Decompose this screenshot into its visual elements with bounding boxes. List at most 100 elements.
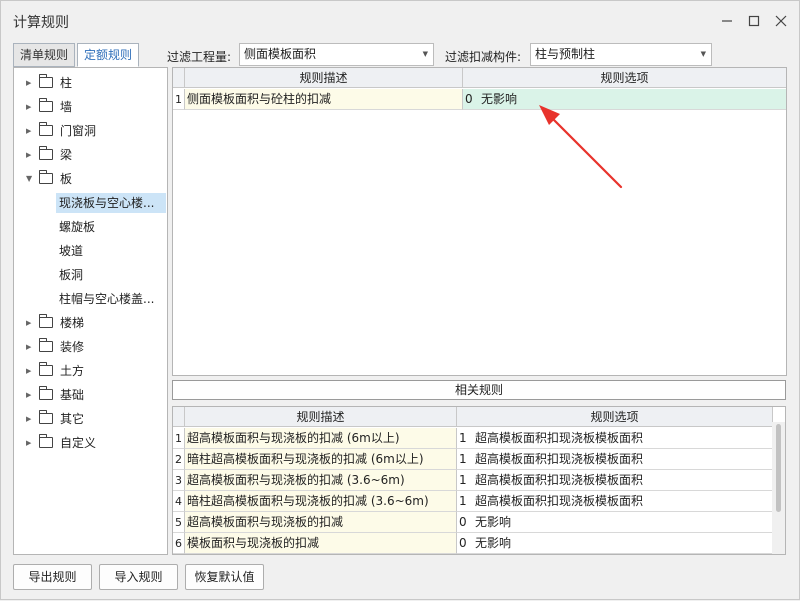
tree-item-label: 楼梯 <box>60 316 85 330</box>
rule-description-cell[interactable]: 暗柱超高模板面积与现浇板的扣减 (3.6~6m) <box>185 491 457 512</box>
rule-description-cell[interactable]: 超高模板面积与现浇板的扣减 (6m以上) <box>185 428 457 449</box>
rule-option-code: 0 <box>459 515 467 529</box>
tree-item-beam[interactable]: ▶ 梁 <box>14 145 167 165</box>
caret-right-icon[interactable]: ▶ <box>26 121 31 141</box>
tree-item-label: 其它 <box>60 412 85 426</box>
rule-option-text: 超高模板面积扣现浇板模板面积 <box>475 452 644 466</box>
tree-item-column[interactable]: ▶ 柱 <box>14 73 167 93</box>
caret-right-icon[interactable]: ▶ <box>26 145 31 165</box>
tree-item-label: 自定义 <box>60 436 97 450</box>
folder-icon <box>39 362 53 376</box>
column-header-description: 规则描述 <box>185 407 457 427</box>
rule-option-code: 1 <box>459 473 467 487</box>
rule-option-text: 无影响 <box>481 92 518 106</box>
folder-icon <box>39 98 53 112</box>
tab-bill-rules[interactable]: 清单规则 <box>13 43 76 67</box>
column-header-option: 规则选项 <box>457 407 773 427</box>
caret-right-icon[interactable]: ▶ <box>26 361 31 381</box>
tree-item-slab[interactable]: ▼ 板 <box>14 169 167 189</box>
tree-item-custom[interactable]: ▶ 自定义 <box>14 433 167 453</box>
chevron-down-icon: ▼ <box>422 50 428 58</box>
row-number-header <box>173 407 185 427</box>
rule-option-text: 无影响 <box>475 515 512 529</box>
rule-option-cell[interactable]: 0 无影响 <box>463 89 786 110</box>
tree-child-spiral-slab[interactable]: 螺旋板 <box>56 217 166 237</box>
folder-icon <box>39 410 53 424</box>
tree-item-label: 土方 <box>60 364 85 378</box>
rule-option-code: 0 <box>465 92 473 106</box>
rule-description-cell[interactable]: 侧面模板面积与砼柱的扣减 <box>185 89 463 110</box>
column-header-description: 规则描述 <box>185 68 463 88</box>
rule-option-text: 超高模板面积扣现浇板模板面积 <box>475 494 644 508</box>
title-bar: 计算规则 <box>1 1 799 39</box>
caret-right-icon[interactable]: ▶ <box>26 313 31 333</box>
rule-option-text: 超高模板面积扣现浇板模板面积 <box>475 431 644 445</box>
rule-option-text: 无影响 <box>475 536 512 550</box>
import-rules-button[interactable]: 导入规则 <box>99 564 178 590</box>
related-grid-scrollbar[interactable] <box>772 422 785 554</box>
folder-icon <box>39 314 53 328</box>
tree-child-slab-hole[interactable]: 板洞 <box>56 265 166 285</box>
window-title: 计算规则 <box>13 15 69 31</box>
tree-item-stairs[interactable]: ▶ 楼梯 <box>14 313 167 333</box>
maximize-icon[interactable] <box>743 10 765 32</box>
scrollbar-thumb[interactable] <box>776 424 781 512</box>
row-number: 1 <box>173 428 185 449</box>
caret-right-icon[interactable]: ▶ <box>26 73 31 93</box>
caret-right-icon[interactable]: ▶ <box>26 385 31 405</box>
row-number: 2 <box>173 449 185 470</box>
filter-component-value: 柱与预制柱 <box>535 47 596 61</box>
rule-option-code: 1 <box>459 431 467 445</box>
rule-option-cell[interactable]: 1 超高模板面积扣现浇板模板面积 <box>457 470 773 491</box>
caret-right-icon[interactable]: ▶ <box>26 433 31 453</box>
tree-item-label: 基础 <box>60 388 85 402</box>
rule-option-cell[interactable]: 1 超高模板面积扣现浇板模板面积 <box>457 491 773 512</box>
rule-option-code: 1 <box>459 494 467 508</box>
caret-right-icon[interactable]: ▶ <box>26 409 31 429</box>
filter-quantity-select[interactable]: 侧面模板面积 ▼ <box>239 43 434 66</box>
rule-option-cell[interactable]: 0 无影响 <box>457 533 773 554</box>
tree-item-label: 柱 <box>60 76 73 90</box>
tree-item-foundation[interactable]: ▶ 基础 <box>14 385 167 405</box>
folder-icon <box>39 122 53 136</box>
tree-child-ramp[interactable]: 坡道 <box>56 241 166 261</box>
rule-description-cell[interactable]: 超高模板面积与现浇板的扣减 (3.6~6m) <box>185 470 457 491</box>
caret-right-icon[interactable]: ▶ <box>26 97 31 117</box>
row-number-header <box>173 68 185 88</box>
tab-quota-rules[interactable]: 定额规则 <box>77 43 140 67</box>
rule-option-cell[interactable]: 0 无影响 <box>457 512 773 533</box>
caret-down-icon[interactable]: ▼ <box>26 169 32 189</box>
tree-child-cast-slab[interactable]: 现浇板与空心楼... <box>56 193 166 213</box>
caret-right-icon[interactable]: ▶ <box>26 337 31 357</box>
tree-item-decoration[interactable]: ▶ 装修 <box>14 337 167 357</box>
tree-item-label: 装修 <box>60 340 85 354</box>
related-rules-header: 相关规则 <box>172 380 786 400</box>
filter-component-label: 过滤扣减构件: <box>445 50 522 64</box>
folder-icon <box>39 170 53 184</box>
component-tree: ▶ 柱 ▶ 墙 ▶ 门窗洞 ▶ 梁 ▼ 板 现浇板与空心楼... 螺旋板 坡道 … <box>13 67 168 555</box>
tree-item-other[interactable]: ▶ 其它 <box>14 409 167 429</box>
chevron-down-icon: ▼ <box>700 50 706 58</box>
row-number: 6 <box>173 533 185 554</box>
tree-item-label: 门窗洞 <box>60 124 97 138</box>
rule-description-cell[interactable]: 模板面积与现浇板的扣减 <box>185 533 457 554</box>
export-rules-button[interactable]: 导出规则 <box>13 564 92 590</box>
row-number: 4 <box>173 491 185 512</box>
rule-description-cell[interactable]: 暗柱超高模板面积与现浇板的扣减 (6m以上) <box>185 449 457 470</box>
tree-item-earthwork[interactable]: ▶ 土方 <box>14 361 167 381</box>
rule-option-cell[interactable]: 1 超高模板面积扣现浇板模板面积 <box>457 428 773 449</box>
tree-item-label: 墙 <box>60 100 73 114</box>
rule-option-text: 超高模板面积扣现浇板模板面积 <box>475 473 644 487</box>
row-number: 3 <box>173 470 185 491</box>
tree-child-column-cap[interactable]: 柱帽与空心楼盖... <box>56 289 166 309</box>
close-icon[interactable] <box>770 10 792 32</box>
tree-item-wall[interactable]: ▶ 墙 <box>14 97 167 117</box>
tree-item-door-window[interactable]: ▶ 门窗洞 <box>14 121 167 141</box>
rule-description-cell[interactable]: 超高模板面积与现浇板的扣减 <box>185 512 457 533</box>
folder-icon <box>39 386 53 400</box>
minimize-icon[interactable] <box>716 10 738 32</box>
restore-defaults-button[interactable]: 恢复默认值 <box>185 564 264 590</box>
tree-item-label: 梁 <box>60 148 73 162</box>
filter-component-select[interactable]: 柱与预制柱 ▼ <box>530 43 712 66</box>
rule-option-cell[interactable]: 1 超高模板面积扣现浇板模板面积 <box>457 449 773 470</box>
